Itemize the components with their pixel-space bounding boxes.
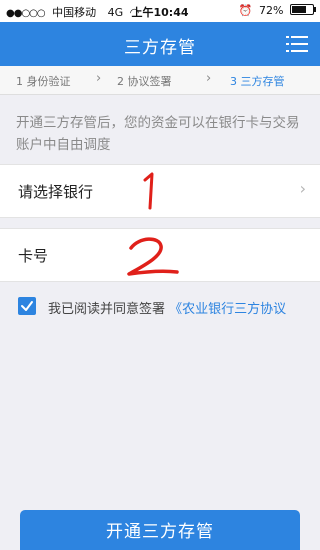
agreement-checkbox[interactable] — [18, 297, 36, 315]
status-right: ⏰ 72% — [238, 4, 316, 17]
card-number-input[interactable] — [70, 241, 304, 269]
page-title: 三方存管 — [124, 38, 196, 58]
chevron-right-icon: › — [206, 71, 212, 86]
battery-percent: 72% — [259, 4, 284, 17]
nav-bar: 三方存管 — [0, 22, 320, 66]
notice-text: 开通三方存管后，您的资金可以在银行卡与交易账户中自由调度 — [16, 115, 300, 153]
check-icon — [21, 301, 33, 311]
battery-fill — [292, 6, 306, 13]
agreement-prefix: 我已阅读并同意签署 — [48, 302, 166, 317]
chevron-right-icon: › — [299, 179, 306, 198]
open-depository-button[interactable]: 开通三方存管 — [20, 510, 300, 550]
battery-icon — [290, 4, 316, 15]
step-indicator: 1 身份验证 › 2 协议签署 › 3 三方存管 — [0, 66, 320, 95]
card-number-row: 卡号 — [0, 228, 320, 282]
step-3: 3 三方存管 — [230, 75, 285, 88]
app-screen: ●●○○○ 中国移动 4G ◠ 上午10:44 ⏰ 72% 三方存管 1 身份验… — [0, 0, 320, 550]
agreement-link[interactable]: 《农业银行三方协议 — [169, 302, 286, 317]
agreement-text: 我已阅读并同意签署 《农业银行三方协议 — [48, 298, 286, 317]
status-bar: ●●○○○ 中国移动 4G ◠ 上午10:44 ⏰ 72% — [0, 0, 320, 22]
step-2: 2 协议签署 — [117, 75, 172, 88]
card-number-label: 卡号 — [18, 247, 49, 265]
chevron-right-icon: › — [96, 71, 102, 86]
bank-select-row[interactable]: 请选择银行 › — [0, 164, 320, 218]
agreement-row: 我已阅读并同意签署 《农业银行三方协议 — [18, 295, 318, 319]
bank-select-label: 请选择银行 — [18, 183, 94, 201]
menu-icon[interactable] — [286, 36, 308, 52]
alarm-icon: ⏰ — [238, 4, 253, 17]
step-1: 1 身份验证 — [16, 75, 71, 88]
